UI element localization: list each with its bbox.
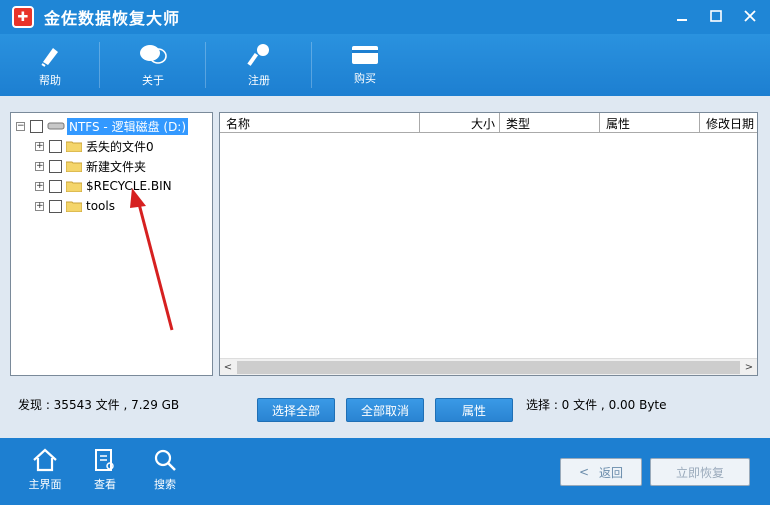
tree-root-label: NTFS - 逻辑磁盘 (D:): [67, 117, 189, 135]
column-name[interactable]: 名称: [220, 113, 420, 133]
found-status: 发现 : 35543 文件 , 7.29 GB: [18, 398, 180, 412]
search-icon: [154, 449, 176, 471]
toolbar: 帮助 关于 注册 购买: [0, 34, 770, 96]
tree-item-checkbox[interactable]: [49, 159, 62, 173]
view-button[interactable]: 查看: [80, 448, 130, 492]
minimize-icon: [677, 19, 687, 21]
tree-item-label: 新建文件夹: [86, 159, 147, 174]
main-area: − NTFS - 逻辑磁盘 (D:) + 丢失的文件0 + 新建文件夹 + $R…: [0, 96, 770, 438]
column-attributes[interactable]: 属性: [600, 113, 700, 133]
key-icon: [247, 44, 269, 66]
search-label: 搜索: [154, 478, 176, 491]
tree-root-checkbox[interactable]: [30, 119, 43, 133]
tree-item[interactable]: + 新建文件夹: [35, 157, 146, 175]
tree-item-label: 丢失的文件0: [86, 139, 154, 154]
pen-icon: [41, 48, 58, 67]
search-button[interactable]: 搜索: [140, 448, 190, 492]
document-icon: [95, 449, 114, 471]
maximize-button[interactable]: [702, 5, 730, 27]
help-label: 帮助: [39, 74, 61, 87]
list-header: 名称 大小 类型 属性 修改日期: [220, 113, 757, 133]
file-list[interactable]: 名称 大小 类型 属性 修改日期 < >: [219, 112, 758, 376]
expand-toggle[interactable]: +: [35, 181, 44, 191]
about-button[interactable]: 关于: [100, 34, 206, 96]
scroll-right-icon[interactable]: >: [741, 362, 757, 373]
card-icon: [352, 46, 378, 64]
view-label: 查看: [94, 478, 116, 491]
title-bar: ✚ 金佐数据恢复大师: [0, 0, 770, 34]
app-logo-icon: ✚: [12, 6, 34, 28]
collapse-toggle[interactable]: −: [16, 121, 25, 131]
folder-icon: [66, 181, 82, 192]
buy-button[interactable]: 购买: [312, 34, 418, 96]
buy-label: 购买: [354, 72, 376, 85]
annotation-arrow: [130, 188, 174, 331]
folder-icon: [66, 161, 82, 172]
close-icon: [744, 10, 756, 22]
home-button[interactable]: 主界面: [20, 448, 70, 492]
tree-root[interactable]: − NTFS - 逻辑磁盘 (D:): [16, 117, 189, 135]
minimize-button[interactable]: [668, 5, 696, 27]
tree-item-checkbox[interactable]: [49, 199, 62, 213]
column-size[interactable]: 大小: [420, 113, 500, 133]
properties-button[interactable]: 属性: [435, 398, 513, 422]
window-title: 金佐数据恢复大师: [44, 9, 181, 28]
home-icon: [33, 448, 57, 472]
deselect-all-button[interactable]: 全部取消: [346, 398, 424, 422]
tree-item[interactable]: + 丢失的文件0: [35, 137, 154, 155]
register-button[interactable]: 注册: [206, 34, 312, 96]
home-label: 主界面: [28, 478, 62, 491]
folder-icon: [66, 201, 82, 212]
recover-now-button[interactable]: 立即恢复: [650, 458, 750, 486]
tree-item-label: tools: [86, 199, 115, 213]
expand-toggle[interactable]: +: [35, 201, 44, 211]
expand-toggle[interactable]: +: [35, 161, 44, 171]
back-arrow-icon: <: [578, 465, 590, 479]
chat-icon: [140, 45, 167, 64]
close-button[interactable]: [736, 5, 764, 27]
selected-status: 选择 : 0 文件 , 0.00 Byte: [526, 398, 667, 412]
tree-item-checkbox[interactable]: [49, 139, 62, 153]
about-label: 关于: [142, 74, 164, 87]
drive-icon: [47, 122, 65, 130]
expand-toggle[interactable]: +: [35, 141, 44, 151]
folder-icon: [66, 141, 82, 152]
register-label: 注册: [248, 74, 270, 87]
column-type[interactable]: 类型: [500, 113, 600, 133]
tree-item[interactable]: + tools: [35, 197, 115, 215]
horizontal-scrollbar[interactable]: < >: [220, 358, 757, 375]
scrollbar-thumb[interactable]: [237, 360, 740, 374]
bottom-bar: 主界面 查看 搜索 < 返回 立即恢复: [0, 438, 770, 505]
maximize-icon: [710, 10, 722, 22]
select-all-button[interactable]: 选择全部: [257, 398, 335, 422]
back-label: 返回: [599, 465, 624, 480]
column-modified-date[interactable]: 修改日期: [700, 113, 757, 133]
scroll-left-icon[interactable]: <: [220, 362, 236, 373]
recover-label: 立即恢复: [675, 465, 724, 480]
help-button[interactable]: 帮助: [0, 34, 100, 96]
tree-item-checkbox[interactable]: [49, 179, 62, 193]
back-button[interactable]: < 返回: [560, 458, 642, 486]
